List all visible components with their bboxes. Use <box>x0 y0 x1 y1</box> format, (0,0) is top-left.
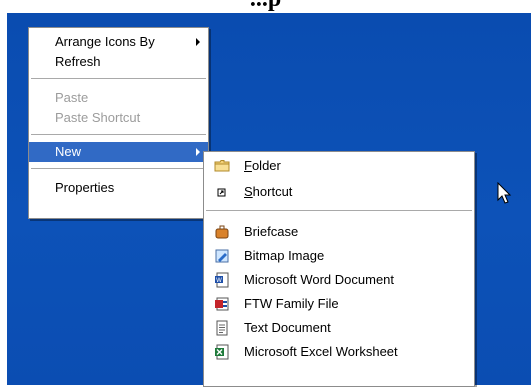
folder-icon <box>214 160 230 172</box>
menu-item-paste-shortcut[interactable]: Paste Shortcut <box>29 108 208 128</box>
shortcut-icon <box>217 188 226 197</box>
submenu-item-label: Briefcase <box>244 224 299 239</box>
submenu-item-label: Text Document <box>244 320 331 335</box>
submenu-item-word-document[interactable]: W Microsoft Word Document <box>204 270 474 290</box>
submenu-item-label: Folder <box>244 158 281 173</box>
submenu-item-excel-worksheet[interactable]: Microsoft Excel Worksheet <box>204 342 474 362</box>
menu-separator <box>206 210 472 211</box>
submenu-item-label: Shortcut <box>244 184 293 199</box>
menu-item-properties[interactable]: Properties <box>29 178 208 198</box>
menu-item-refresh[interactable]: Refresh <box>29 52 208 72</box>
menu-item-label: New <box>55 144 82 159</box>
submenu-item-bitmap-image[interactable]: Bitmap Image <box>204 246 474 266</box>
bitmap-image-icon <box>215 249 229 263</box>
svg-text:W: W <box>216 277 222 284</box>
submenu-item-label: FTW Family File <box>244 296 339 311</box>
new-submenu: Folder Shortcut Briefcase Bitmap Image W… <box>203 151 475 387</box>
submenu-item-ftw-family-file[interactable]: FTW Family File <box>204 294 474 314</box>
desktop-context-menu: Arrange Icons By Refresh Paste Paste Sho… <box>28 27 209 219</box>
ftw-family-file-icon <box>215 297 229 311</box>
submenu-item-label: Microsoft Word Document <box>244 272 395 287</box>
briefcase-icon <box>215 225 229 239</box>
submenu-item-briefcase[interactable]: Briefcase <box>204 222 474 242</box>
submenu-item-folder[interactable]: Folder <box>204 156 474 176</box>
submenu-arrow-icon <box>196 148 200 156</box>
submenu-item-shortcut[interactable]: Shortcut <box>204 182 474 202</box>
submenu-item-label: Microsoft Excel Worksheet <box>244 344 398 359</box>
menu-item-label: Paste <box>55 90 89 105</box>
menu-item-label: Properties <box>55 180 115 195</box>
menu-item-label: Paste Shortcut <box>55 110 141 125</box>
submenu-item-text-document[interactable]: Text Document <box>204 318 474 338</box>
menu-item-new[interactable]: New <box>29 142 208 162</box>
menu-separator <box>31 78 206 79</box>
mouse-cursor-icon <box>497 182 512 204</box>
text-document-icon <box>216 320 228 336</box>
word-document-icon: W <box>215 272 229 288</box>
menu-item-label: Arrange Icons By <box>55 34 155 49</box>
desktop[interactable]: Arrange Icons By Refresh Paste Paste Sho… <box>7 13 531 387</box>
submenu-arrow-icon <box>196 38 200 46</box>
menu-separator <box>31 134 206 135</box>
submenu-item-label: Bitmap Image <box>244 248 325 263</box>
menu-item-label: Refresh <box>55 54 101 69</box>
menu-item-arrange-icons-by[interactable]: Arrange Icons By <box>29 32 208 52</box>
excel-worksheet-icon <box>215 344 229 360</box>
menu-item-paste[interactable]: Paste <box>29 88 208 108</box>
page-title-strip: ...p <box>0 0 531 13</box>
page-title: ...p <box>0 0 531 13</box>
menu-separator <box>31 168 206 169</box>
